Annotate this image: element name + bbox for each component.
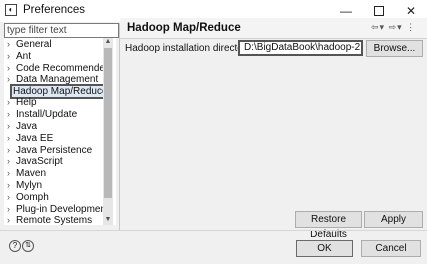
hadoop-dir-input[interactable]: D:\BigDataBook\hadoop-2.7.7 [238, 40, 363, 56]
apply-button[interactable]: Apply [364, 211, 423, 228]
browse-button[interactable]: Browse... [366, 40, 423, 57]
maximize-icon [374, 5, 384, 16]
restore-defaults-button[interactable]: Restore Defaults [295, 211, 362, 240]
back-arrow-icon[interactable]: ⇦▾ [371, 22, 385, 32]
tree-item-remote-systems[interactable]: › Remote Systems [7, 214, 92, 225]
view-menu-icon[interactable]: ⋮ [406, 22, 416, 32]
tree-item-oomph[interactable]: › Oomph [7, 191, 49, 203]
page-title: Hadoop Map/Reduce [127, 22, 241, 34]
scroll-down-icon[interactable]: ▼ [103, 216, 113, 223]
page-header: Hadoop Map/Reduce ⇦▾ ⇨▾ ⋮ [120, 18, 427, 39]
tree-item-java-ee[interactable]: › Java EE [7, 132, 53, 144]
help-icon[interactable]: ? [9, 240, 21, 252]
chevron-right-icon: › [7, 39, 10, 49]
tree-item-general[interactable]: › General [7, 38, 52, 50]
history-nav[interactable]: ⇦▾ ⇨▾ ⋮ [371, 22, 416, 33]
import-export-icon[interactable]: ⇅ [22, 240, 34, 252]
chevron-right-icon: › [7, 156, 10, 166]
tree-item-java[interactable]: › Java [7, 120, 37, 132]
tree-item-ant[interactable]: › Ant [7, 50, 31, 62]
chevron-right-icon: › [7, 97, 10, 107]
tree-scrollbar[interactable]: ▲ ▼ [103, 38, 113, 225]
chevron-right-icon: › [7, 133, 10, 143]
cancel-button[interactable]: Cancel [361, 240, 421, 257]
chevron-right-icon: › [7, 121, 10, 131]
chevron-right-icon: › [7, 180, 10, 190]
window-title: Preferences [23, 4, 86, 16]
chevron-right-icon: › [7, 215, 10, 225]
tree-item-install-update[interactable]: › Install/Update [7, 108, 77, 120]
chevron-right-icon: › [7, 192, 10, 202]
eclipse-app-icon: ◐ [5, 4, 17, 16]
footer-divider [0, 230, 427, 231]
tree-item-help[interactable]: › Help [7, 96, 37, 108]
tree-item-maven[interactable]: › Maven [7, 167, 46, 179]
preferences-tree: › General › Ant › Code Recommenders › Data M… [4, 38, 116, 225]
tree-item-javascript[interactable]: › JavaScript [7, 155, 63, 167]
chevron-right-icon: › [7, 51, 10, 61]
ok-button[interactable]: OK [296, 240, 353, 257]
chevron-right-icon: › [7, 168, 10, 178]
tree-item-mylyn[interactable]: › Mylyn [7, 179, 42, 191]
forward-arrow-icon[interactable]: ⇨▾ [389, 22, 403, 32]
chevron-right-icon: › [7, 109, 10, 119]
scroll-up-icon[interactable]: ▲ [103, 38, 113, 45]
scroll-thumb[interactable] [104, 48, 112, 198]
pane-divider [119, 23, 120, 231]
hadoop-dir-label: Hadoop installation directory: [125, 43, 254, 54]
filter-input[interactable]: type filter text [4, 23, 119, 38]
